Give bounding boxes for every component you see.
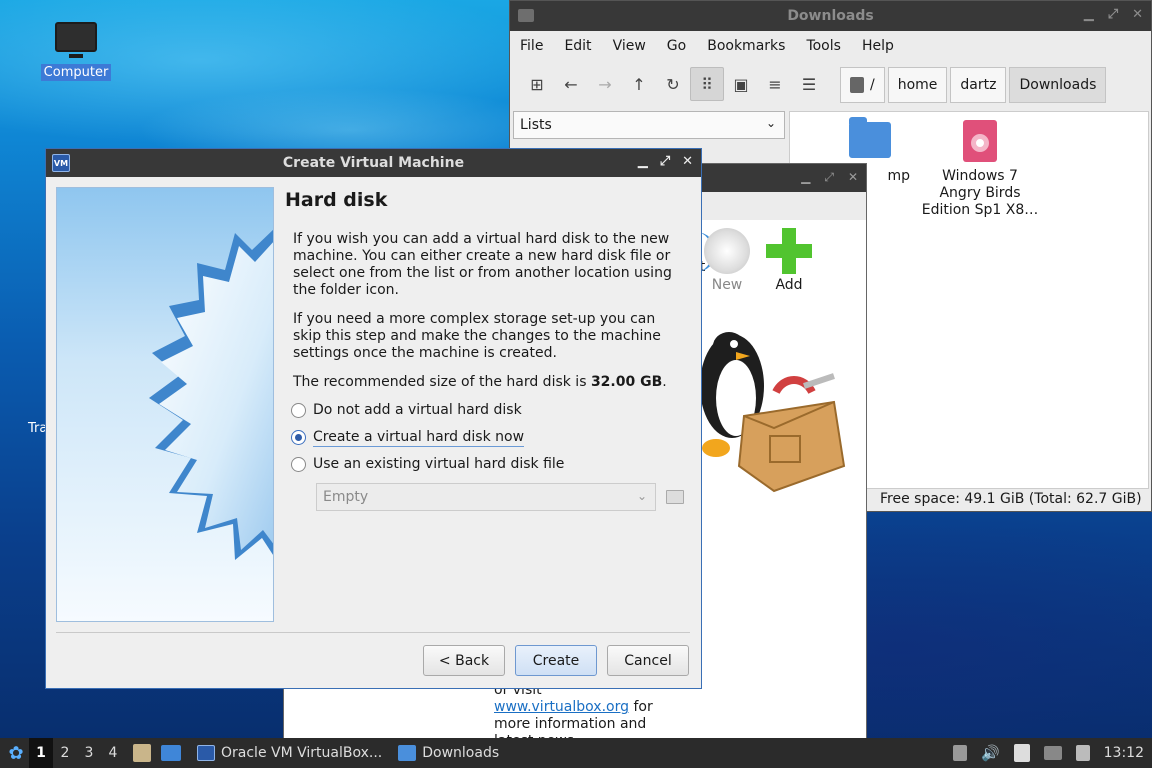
add-icon bbox=[766, 228, 812, 274]
folder-icon bbox=[849, 117, 891, 158]
menu-help[interactable]: Help bbox=[862, 38, 894, 54]
dialog-body: If you wish you can add a virtual hard d… bbox=[291, 231, 683, 478]
path-segment-root[interactable]: / bbox=[840, 67, 885, 103]
add-button[interactable]: Add bbox=[758, 222, 820, 304]
folder-icon bbox=[398, 745, 417, 761]
description-paragraph: If you wish you can add a virtual hard d… bbox=[293, 231, 672, 298]
thumbnail-view-icon[interactable]: ▣ bbox=[724, 67, 758, 101]
workspace-4[interactable]: 4 bbox=[101, 745, 125, 761]
radio-no-disk[interactable]: Do not add a virtual hard disk bbox=[291, 397, 683, 424]
dialog-title: Create Virtual Machine bbox=[282, 155, 465, 171]
status-bar-free-space: Free space: 49.1 GiB (Total: 62.7 GiB) bbox=[880, 491, 1142, 507]
virtualbox-website-link[interactable]: www.virtualbox.org bbox=[494, 699, 629, 715]
menu-view[interactable]: View bbox=[613, 38, 646, 54]
computer-icon bbox=[55, 22, 97, 58]
folder-browse-icon[interactable] bbox=[666, 487, 684, 504]
window-title: Downloads bbox=[787, 8, 874, 24]
chevron-down-icon: ⌄ bbox=[765, 116, 776, 130]
divider bbox=[56, 632, 690, 633]
dialog-buttons: < Back Create Cancel bbox=[423, 645, 689, 676]
system-tray: 🔊 13:12 bbox=[952, 738, 1144, 768]
path-segment-dartz[interactable]: dartz bbox=[950, 67, 1007, 103]
show-desktop-icon[interactable] bbox=[161, 745, 181, 761]
chevron-down-icon: ⌄ bbox=[636, 489, 647, 503]
menu-tools[interactable]: Tools bbox=[806, 38, 841, 54]
menu-bookmarks[interactable]: Bookmarks bbox=[707, 38, 785, 54]
recommended-size-text: The recommended size of the hard disk is… bbox=[293, 374, 667, 390]
virtualbox-mascot-illustration bbox=[700, 332, 846, 493]
virtualbox-app-icon: VM bbox=[52, 154, 70, 172]
radio-existing-disk[interactable]: Use an existing virtual hard disk file bbox=[291, 451, 683, 478]
compact-view-icon[interactable]: ≡ bbox=[758, 67, 792, 101]
reload-icon[interactable]: ↻ bbox=[656, 67, 690, 101]
icon-view-icon[interactable]: ⠿ bbox=[690, 67, 724, 101]
network-icon[interactable] bbox=[1043, 746, 1062, 760]
minimize-icon[interactable]: ▁ bbox=[801, 170, 810, 185]
disc-image-icon bbox=[963, 120, 997, 162]
new-button[interactable]: New bbox=[696, 222, 758, 304]
path-segment-downloads[interactable]: Downloads bbox=[1009, 67, 1107, 103]
path-bar: / home dartz Downloads bbox=[840, 67, 1107, 103]
desktop-icon-computer[interactable]: Computer bbox=[38, 22, 114, 81]
cancel-button[interactable]: Cancel bbox=[607, 645, 689, 676]
drive-icon bbox=[850, 77, 864, 93]
radio-button-selected[interactable] bbox=[291, 430, 306, 445]
starburst-graphic bbox=[149, 229, 273, 560]
folder-icon bbox=[518, 9, 534, 22]
tray-arrow-icon[interactable] bbox=[952, 745, 967, 761]
side-pane-select[interactable]: Lists ⌄ bbox=[513, 111, 785, 139]
radio-create-disk[interactable]: Create a virtual hard disk now bbox=[291, 424, 683, 451]
menu-edit[interactable]: Edit bbox=[564, 38, 591, 54]
forward-icon[interactable]: → bbox=[588, 67, 622, 101]
menu-file[interactable]: File bbox=[520, 38, 543, 54]
desktop-icon-label: Computer bbox=[40, 64, 112, 81]
maximize-icon[interactable]: ⤢ bbox=[1108, 7, 1118, 22]
clipboard-icon[interactable] bbox=[1013, 744, 1030, 762]
minimize-icon[interactable]: ▁ bbox=[1084, 7, 1094, 22]
new-icon bbox=[704, 228, 750, 274]
radio-button[interactable] bbox=[291, 457, 306, 472]
workspace-1[interactable]: 1 bbox=[29, 738, 53, 768]
detailed-view-icon[interactable]: ☰ bbox=[792, 67, 826, 101]
volume-icon[interactable]: 🔊 bbox=[981, 744, 1000, 762]
new-tab-icon[interactable]: ⊞ bbox=[520, 67, 554, 101]
wizard-watermark-image bbox=[56, 187, 274, 622]
clock[interactable]: 13:12 bbox=[1104, 745, 1144, 761]
taskbar: ✿ 1 2 3 4 Oracle VM VirtualBox... Downlo… bbox=[0, 738, 1152, 768]
maximize-icon[interactable]: ⤢ bbox=[824, 170, 834, 185]
back-icon[interactable]: ← bbox=[554, 67, 588, 101]
dialog-titlebar[interactable]: VM Create Virtual Machine ▁ ⤢ ✕ bbox=[46, 149, 701, 177]
task-virtualbox[interactable]: Oracle VM VirtualBox... bbox=[189, 738, 390, 768]
notifications-icon[interactable] bbox=[1075, 745, 1090, 761]
existing-disk-select[interactable]: Empty ⌄ bbox=[316, 483, 656, 511]
file-item-iso[interactable]: Windows 7 Angry Birds Edition Sp1 X8… bbox=[920, 120, 1040, 219]
page-heading: Hard disk bbox=[285, 189, 388, 211]
start-menu-icon[interactable]: ✿ bbox=[3, 740, 29, 766]
close-icon[interactable]: ✕ bbox=[1132, 7, 1143, 22]
back-button[interactable]: < Back bbox=[423, 645, 505, 676]
virtualbox-app-icon bbox=[197, 745, 215, 761]
vbox-toolbar: New Add bbox=[696, 222, 866, 304]
file-name: Windows 7 Angry Birds Edition Sp1 X8… bbox=[921, 168, 1039, 218]
maximize-icon[interactable]: ⤢ bbox=[660, 154, 670, 169]
menu-bar: File Edit View Go Bookmarks Tools Help bbox=[510, 31, 1151, 61]
description-paragraph: If you need a more complex storage set-u… bbox=[293, 311, 661, 361]
radio-button[interactable] bbox=[291, 403, 306, 418]
menu-go[interactable]: Go bbox=[667, 38, 686, 54]
close-icon[interactable]: ✕ bbox=[848, 170, 858, 185]
workspace-2[interactable]: 2 bbox=[53, 745, 77, 761]
toolbar: ⊞ ← → ↑ ↻ ⠿ ▣ ≡ ☰ / home dartz Downloads bbox=[510, 61, 1151, 107]
create-button[interactable]: Create bbox=[515, 645, 597, 676]
minimize-icon[interactable]: ▁ bbox=[638, 154, 648, 169]
close-icon[interactable]: ✕ bbox=[682, 154, 693, 169]
workspace-3[interactable]: 3 bbox=[77, 745, 101, 761]
path-segment-home[interactable]: home bbox=[887, 67, 948, 103]
window-titlebar[interactable]: Downloads ▁ ⤢ ✕ bbox=[510, 1, 1151, 31]
up-icon[interactable]: ↑ bbox=[622, 67, 656, 101]
create-vm-dialog: VM Create Virtual Machine ▁ ⤢ ✕ Hard dis… bbox=[45, 148, 702, 689]
file-manager-launcher-icon[interactable] bbox=[133, 744, 151, 762]
task-downloads[interactable]: Downloads bbox=[390, 738, 507, 768]
